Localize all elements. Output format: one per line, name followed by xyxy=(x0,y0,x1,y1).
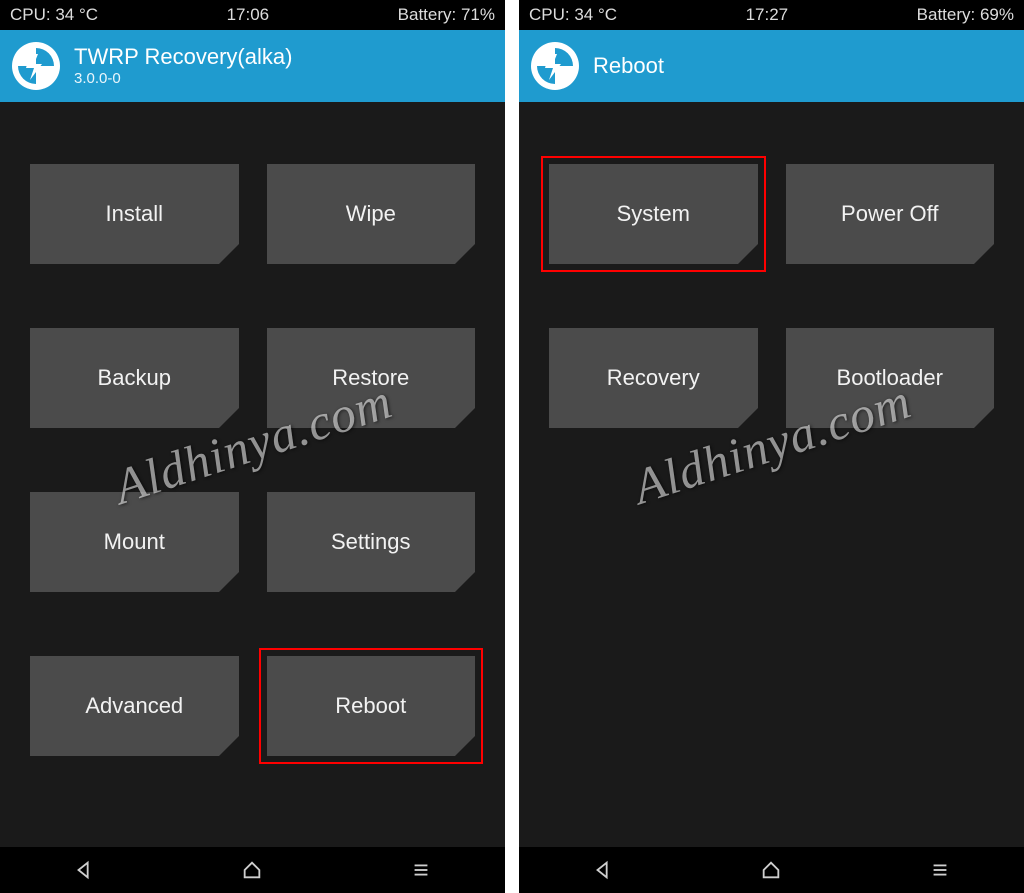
reboot-system-button[interactable]: System xyxy=(549,164,758,264)
header-bar: TWRP Recovery(alka) 3.0.0-0 xyxy=(0,30,505,102)
cpu-temp: CPU: 34 °C xyxy=(10,5,98,25)
backup-button[interactable]: Backup xyxy=(30,328,239,428)
main-menu-grid: Install Wipe Backup Restore Mount Settings Adv… xyxy=(0,102,505,847)
cpu-temp: CPU: 34 °C xyxy=(529,5,617,25)
nav-bar xyxy=(519,847,1024,893)
twrp-reboot-screen: CPU: 34 °C 17:27 Battery: 69% Reboot Sys… xyxy=(519,0,1024,893)
restore-button[interactable]: Restore xyxy=(267,328,476,428)
advanced-button[interactable]: Advanced xyxy=(30,656,239,756)
settings-button[interactable]: Settings xyxy=(267,492,476,592)
nav-bar xyxy=(0,847,505,893)
twrp-logo-icon xyxy=(531,42,579,90)
menu-icon[interactable] xyxy=(900,847,980,893)
twrp-logo-icon xyxy=(12,42,60,90)
mount-button[interactable]: Mount xyxy=(30,492,239,592)
page-title: TWRP Recovery(alka) xyxy=(74,45,292,69)
reboot-recovery-button[interactable]: Recovery xyxy=(549,328,758,428)
status-bar: CPU: 34 °C 17:06 Battery: 71% xyxy=(0,0,505,30)
power-off-button[interactable]: Power Off xyxy=(786,164,995,264)
battery-level: Battery: 69% xyxy=(917,5,1014,25)
page-title: Reboot xyxy=(593,54,664,78)
back-icon[interactable] xyxy=(563,847,643,893)
clock: 17:27 xyxy=(746,5,789,25)
install-button[interactable]: Install xyxy=(30,164,239,264)
home-icon[interactable] xyxy=(212,847,292,893)
status-bar: CPU: 34 °C 17:27 Battery: 69% xyxy=(519,0,1024,30)
battery-level: Battery: 71% xyxy=(398,5,495,25)
reboot-button[interactable]: Reboot xyxy=(267,656,476,756)
home-icon[interactable] xyxy=(731,847,811,893)
wipe-button[interactable]: Wipe xyxy=(267,164,476,264)
reboot-bootloader-button[interactable]: Bootloader xyxy=(786,328,995,428)
reboot-menu-grid: System Power Off Recovery Bootloader xyxy=(519,102,1024,847)
twrp-main-screen: CPU: 34 °C 17:06 Battery: 71% TWRP Recov… xyxy=(0,0,505,893)
clock: 17:06 xyxy=(227,5,270,25)
page-subtitle: 3.0.0-0 xyxy=(74,70,292,87)
header-bar: Reboot xyxy=(519,30,1024,102)
header-text: Reboot xyxy=(593,54,664,78)
back-icon[interactable] xyxy=(44,847,124,893)
header-text: TWRP Recovery(alka) 3.0.0-0 xyxy=(74,45,292,86)
menu-icon[interactable] xyxy=(381,847,461,893)
